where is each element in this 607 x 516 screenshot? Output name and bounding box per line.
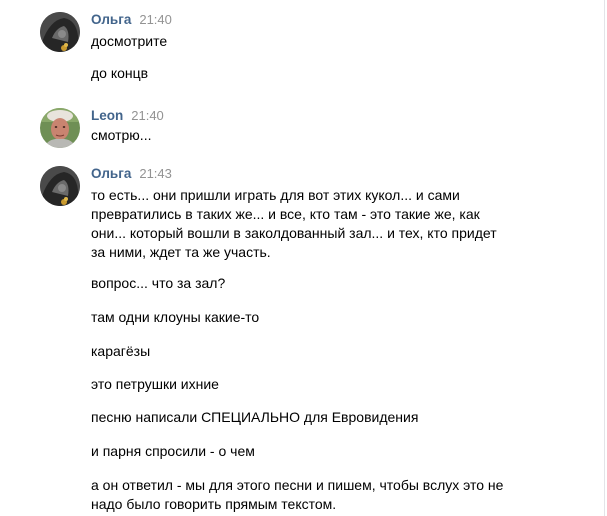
message-header: Ольга 21:43	[91, 166, 172, 182]
leon-avatar[interactable]	[40, 108, 80, 148]
author-name[interactable]: Ольга	[91, 12, 131, 27]
message-text: и парня спросили - о чем	[91, 443, 255, 459]
author-name[interactable]: Ольга	[91, 166, 131, 181]
message-text: песню написали СПЕЦИАЛЬНО для Евровидени…	[91, 409, 419, 425]
message-time[interactable]: 21:43	[139, 166, 172, 181]
message-text: вопрос... что за зал?	[91, 275, 226, 291]
olga-avatar[interactable]	[40, 12, 80, 52]
message-text: смотрю...	[91, 127, 152, 143]
message-text: это петрушки ихние	[91, 376, 219, 392]
message-text: до концв	[91, 65, 149, 81]
message-text: досмотрите	[91, 33, 168, 49]
message-text: карагёзы	[91, 343, 151, 359]
message-time[interactable]: 21:40	[131, 108, 164, 123]
message-text: там одни клоуны какие-то	[91, 309, 260, 325]
message-header: Ольга 21:40	[91, 12, 172, 28]
author-name[interactable]: Leon	[91, 108, 123, 123]
message-header: Leon 21:40	[91, 108, 164, 124]
olga-avatar[interactable]	[40, 166, 80, 206]
message-time[interactable]: 21:40	[139, 12, 172, 27]
message-text: а он ответил - мы для этого песни и пише…	[91, 477, 504, 512]
message-text: то есть... они пришли играть для вот эти…	[91, 187, 497, 260]
chat-history: Ольга 21:40 досмотрите до концв Leon 21:40…	[0, 0, 605, 516]
